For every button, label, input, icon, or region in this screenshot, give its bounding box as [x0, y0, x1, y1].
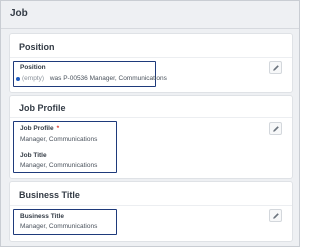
job-profile-card: Job Profile Job Profile * Manager, Commun…	[9, 95, 293, 179]
job-profile-section-title: Job Profile	[19, 103, 66, 113]
required-marker: *	[56, 125, 60, 132]
pencil-icon	[272, 64, 279, 71]
position-edit-button[interactable]	[269, 61, 282, 74]
section-divider	[10, 57, 292, 58]
sections-area: Position Position (empty) was P-00536 Ma…	[1, 29, 299, 246]
page-title: Job	[10, 8, 28, 19]
job-profile-label-text: Job Profile	[20, 125, 54, 132]
header-bar: Job	[1, 1, 299, 29]
business-title-field-label: Business Title	[20, 213, 64, 220]
previous-value: was P-00536 Manager, Communications	[49, 75, 167, 82]
job-profile-edit-button[interactable]	[269, 122, 282, 135]
business-title-card: Business Title Business Title Manager, C…	[9, 181, 293, 242]
position-field-value: (empty) was P-00536 Manager, Communicati…	[22, 75, 167, 82]
section-divider	[10, 205, 292, 206]
job-profile-field-value: Manager, Communications	[20, 136, 98, 143]
job-title-field-value: Manager, Communications	[20, 162, 98, 169]
job-panel: Job Position Position (empty) was P-0053…	[0, 0, 300, 247]
changed-indicator-icon	[16, 77, 20, 81]
job-profile-field-label: Job Profile *	[20, 125, 59, 132]
business-title-edit-button[interactable]	[269, 209, 282, 222]
position-section-title: Position	[19, 42, 55, 52]
position-card: Position Position (empty) was P-00536 Ma…	[9, 33, 293, 93]
business-title-field-value: Manager, Communications	[20, 223, 98, 230]
position-field-label: Position	[20, 64, 46, 71]
section-divider	[10, 117, 292, 118]
pencil-icon	[272, 212, 279, 219]
job-title-field-label: Job Title	[20, 152, 47, 159]
empty-value: (empty)	[22, 75, 45, 82]
pencil-icon	[272, 125, 279, 132]
business-title-section-title: Business Title	[19, 190, 80, 200]
